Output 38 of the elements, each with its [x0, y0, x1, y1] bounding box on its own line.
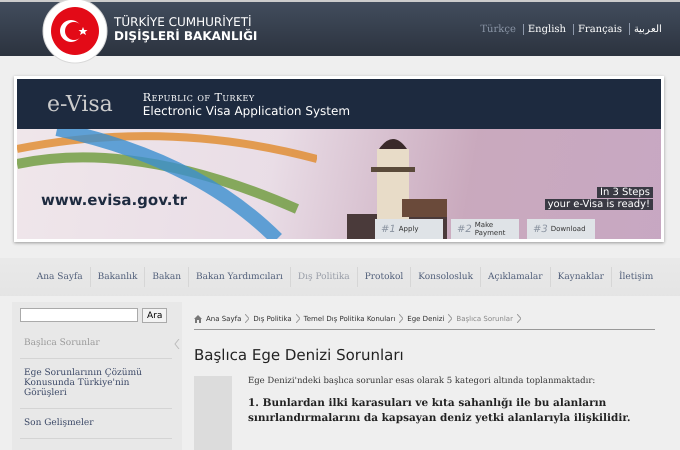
nav-link[interactable]: Bakan Yardımcıları [188, 267, 290, 287]
nav-link[interactable]: Konsolosluk [410, 267, 480, 287]
chevron-right-icon [399, 314, 404, 323]
banner-title: Republic of Turkey [142, 90, 256, 104]
language-link[interactable]: Français [572, 24, 626, 34]
search-button[interactable]: Ara [142, 308, 168, 323]
chevron-right-icon [448, 314, 452, 323]
chevron-left-icon[interactable] [174, 339, 180, 349]
site-title: DIŞİŞLERİ BAKANLIĞI [114, 29, 258, 43]
step-number: #3 [533, 224, 548, 234]
nav-link[interactable]: Ana Sayfa [30, 267, 90, 287]
language-link[interactable]: العربية [629, 23, 666, 35]
language-link[interactable]: Türkçe [476, 24, 520, 34]
nav-link[interactable]: Kaynaklar [550, 267, 611, 287]
banner-logo: e-Visa [47, 92, 113, 116]
step-number: #2 [457, 224, 472, 234]
banner-url: www.evisa.gov.tr [41, 191, 188, 209]
chevron-right-icon [296, 314, 300, 323]
banner-subtitle: Electronic Visa Application System [142, 104, 350, 118]
language-link[interactable]: English [522, 24, 570, 34]
home-icon [194, 314, 202, 322]
banner-tagline: your e-Visa is ready! [544, 199, 653, 210]
nav-link[interactable]: Bakanlık [90, 267, 144, 287]
site-title: TÜRKİYE CUMHURİYETİ [114, 15, 252, 29]
nav-link[interactable]: İletişim [610, 267, 660, 287]
nav-link[interactable]: Bakan [144, 267, 188, 287]
step-number: #1 [381, 224, 396, 234]
intro-paragraph: Ege Denizi'ndeki başlıca sorunlar esas olarak 5 kategori altında toplanmaktadır: [248, 376, 596, 386]
page-heading: Başlıca Ege Denizi Sorunları [194, 346, 405, 364]
sidebar-item[interactable]: Ege Sorunlarının Çözümü Konusunda Türkiye'nin Görüşleri [20, 359, 172, 409]
nav-link[interactable]: Açıklamalar [480, 267, 550, 287]
banner-tagline: In 3 Steps [597, 187, 653, 198]
chevron-right-icon [245, 314, 250, 323]
sidebar-item[interactable]: Son Gelişmeler [20, 409, 172, 439]
search-field[interactable] [20, 308, 138, 322]
chevron-right-icon [516, 314, 521, 323]
numbered-point: 1. Bunlardan ilki karasuları ve kıta sahanlığı ile bu alanların sınırlandırmalarını da kapsayan deniz yetki alanlarıyla ilişkilidir. [248, 396, 632, 426]
nav-link[interactable]: Protokol [356, 267, 410, 287]
